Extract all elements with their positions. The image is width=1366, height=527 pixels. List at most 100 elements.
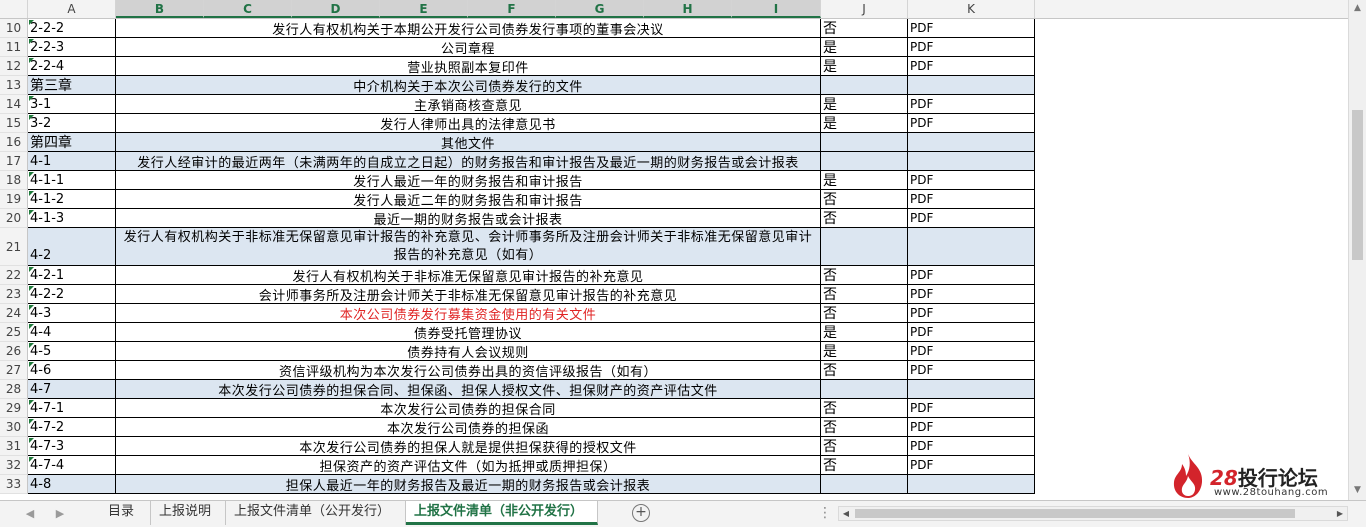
row-number[interactable]: 10 (0, 19, 28, 38)
column-header-g[interactable]: G (556, 0, 644, 18)
cell-required[interactable]: 否 (821, 361, 908, 380)
cell-format[interactable]: PDF (908, 57, 1035, 76)
cell-document-name[interactable]: 本次发行公司债券的担保函 (116, 418, 821, 437)
sheet-tab[interactable]: 上报说明 (151, 501, 226, 525)
cell-required[interactable]: 否 (821, 190, 908, 209)
column-header-h[interactable]: H (644, 0, 732, 18)
cell-format[interactable]: PDF (908, 209, 1035, 228)
scroll-up-arrow-icon[interactable]: ▲ (1349, 0, 1366, 17)
cell-code[interactable]: 4-2 (28, 228, 116, 266)
triangle-left-icon[interactable]: ◀ (20, 504, 40, 524)
column-header-k[interactable]: K (908, 0, 1035, 18)
cell-document-name[interactable]: 会计师事务所及注册会计师关于非标准无保留意见审计报告的补充意见 (116, 285, 821, 304)
vertical-scrollbar[interactable]: ▲ ▼ (1348, 0, 1366, 500)
cell-required[interactable]: 否 (821, 399, 908, 418)
cell-format[interactable]: PDF (908, 171, 1035, 190)
row-number[interactable]: 30 (0, 418, 28, 437)
cell-document-name[interactable]: 发行人有权机构关于非标准无保留意见审计报告的补充意见 (116, 266, 821, 285)
cell-code[interactable]: 4-5 (28, 342, 116, 361)
cell-required[interactable]: 否 (821, 418, 908, 437)
cell-required[interactable] (821, 475, 908, 494)
vertical-scroll-thumb[interactable] (1352, 110, 1363, 260)
cell-format[interactable]: PDF (908, 456, 1035, 475)
cell-format[interactable]: PDF (908, 304, 1035, 323)
cell-required[interactable] (821, 152, 908, 171)
cell-format[interactable]: PDF (908, 38, 1035, 57)
cell-code[interactable]: 4-4 (28, 323, 116, 342)
row-number[interactable]: 28 (0, 380, 28, 399)
cell-document-name[interactable]: 发行人最近一年的财务报告和审计报告 (116, 171, 821, 190)
row-number[interactable]: 22 (0, 266, 28, 285)
row-number[interactable]: 27 (0, 361, 28, 380)
row-number[interactable]: 25 (0, 323, 28, 342)
row-number[interactable]: 29 (0, 399, 28, 418)
cell-format[interactable]: PDF (908, 19, 1035, 38)
row-number[interactable]: 12 (0, 57, 28, 76)
row-number[interactable]: 19 (0, 190, 28, 209)
cell-document-name[interactable]: 本次发行公司债券的担保合同、担保函、担保人授权文件、担保财产的资产评估文件 (116, 380, 821, 399)
scroll-down-arrow-icon[interactable]: ▼ (1349, 482, 1366, 499)
cell-required[interactable]: 否 (821, 19, 908, 38)
cell-required[interactable]: 否 (821, 285, 908, 304)
cell-code[interactable]: 4-7 (28, 380, 116, 399)
cell-code[interactable]: 4-7-1 (28, 399, 116, 418)
column-header-f[interactable]: F (468, 0, 556, 18)
cell-format[interactable]: PDF (908, 95, 1035, 114)
cell-required[interactable] (821, 380, 908, 399)
cell-required[interactable]: 是 (821, 342, 908, 361)
cell-required[interactable]: 是 (821, 38, 908, 57)
row-number[interactable]: 26 (0, 342, 28, 361)
cell-document-name[interactable]: 担保资产的资产评估文件（如为抵押或质押担保） (116, 456, 821, 475)
cell-code[interactable]: 4-1 (28, 152, 116, 171)
cell-document-name[interactable]: 本次发行公司债券的担保人就是提供担保获得的授权文件 (116, 437, 821, 456)
cell-document-name[interactable]: 本次公司债券发行募集资金使用的有关文件 (116, 304, 821, 323)
scroll-right-arrow-icon[interactable]: ▶ (1333, 507, 1347, 520)
cell-required[interactable]: 是 (821, 57, 908, 76)
cell-format[interactable] (908, 228, 1035, 266)
cell-document-name[interactable]: 担保人最近一年的财务报告及最近一期的财务报告或会计报表 (116, 475, 821, 494)
cell-format[interactable] (908, 133, 1035, 152)
cell-required[interactable]: 是 (821, 114, 908, 133)
cell-format[interactable]: PDF (908, 437, 1035, 456)
row-number[interactable]: 23 (0, 285, 28, 304)
row-number[interactable]: 15 (0, 114, 28, 133)
sheet-tab[interactable]: 目录 (100, 501, 151, 525)
cell-document-name[interactable]: 公司章程 (116, 38, 821, 57)
select-all-corner[interactable] (0, 0, 28, 18)
cell-document-name[interactable]: 发行人最近二年的财务报告和审计报告 (116, 190, 821, 209)
cell-code[interactable]: 3-1 (28, 95, 116, 114)
cell-code[interactable]: 4-2-1 (28, 266, 116, 285)
cell-document-name[interactable]: 债券受托管理协议 (116, 323, 821, 342)
cell-code[interactable]: 2-2-3 (28, 38, 116, 57)
cell-required[interactable]: 否 (821, 437, 908, 456)
cell-required[interactable]: 否 (821, 209, 908, 228)
row-number[interactable]: 16 (0, 133, 28, 152)
row-number[interactable]: 14 (0, 95, 28, 114)
horizontal-scroll-thumb[interactable] (855, 509, 1295, 518)
cell-format[interactable]: PDF (908, 114, 1035, 133)
cell-code[interactable]: 3-2 (28, 114, 116, 133)
cell-format[interactable]: PDF (908, 361, 1035, 380)
cell-format[interactable]: PDF (908, 418, 1035, 437)
cell-document-name[interactable]: 主承销商核查意见 (116, 95, 821, 114)
column-header-i[interactable]: I (732, 0, 821, 18)
cell-format[interactable]: PDF (908, 285, 1035, 304)
cell-format[interactable]: PDF (908, 342, 1035, 361)
cell-required[interactable]: 是 (821, 95, 908, 114)
triangle-right-icon[interactable]: ▶ (50, 504, 70, 524)
column-header-e[interactable]: E (380, 0, 468, 18)
row-number[interactable]: 17 (0, 152, 28, 171)
cell-format[interactable] (908, 475, 1035, 494)
cell-document-name[interactable]: 发行人律师出具的法律意见书 (116, 114, 821, 133)
cell-document-name[interactable]: 其他文件 (116, 133, 821, 152)
cell-code[interactable]: 2-2-2 (28, 19, 116, 38)
cell-code[interactable]: 4-3 (28, 304, 116, 323)
column-header-c[interactable]: C (204, 0, 292, 18)
cell-format[interactable]: PDF (908, 399, 1035, 418)
cell-required[interactable] (821, 228, 908, 266)
column-header-a[interactable]: A (28, 0, 116, 18)
cell-code[interactable]: 4-7-4 (28, 456, 116, 475)
horizontal-scrollbar[interactable]: ◀ ▶ (838, 506, 1348, 521)
scroll-left-arrow-icon[interactable]: ◀ (839, 507, 853, 520)
cell-document-name[interactable]: 中介机构关于本次公司债券发行的文件 (116, 76, 821, 95)
